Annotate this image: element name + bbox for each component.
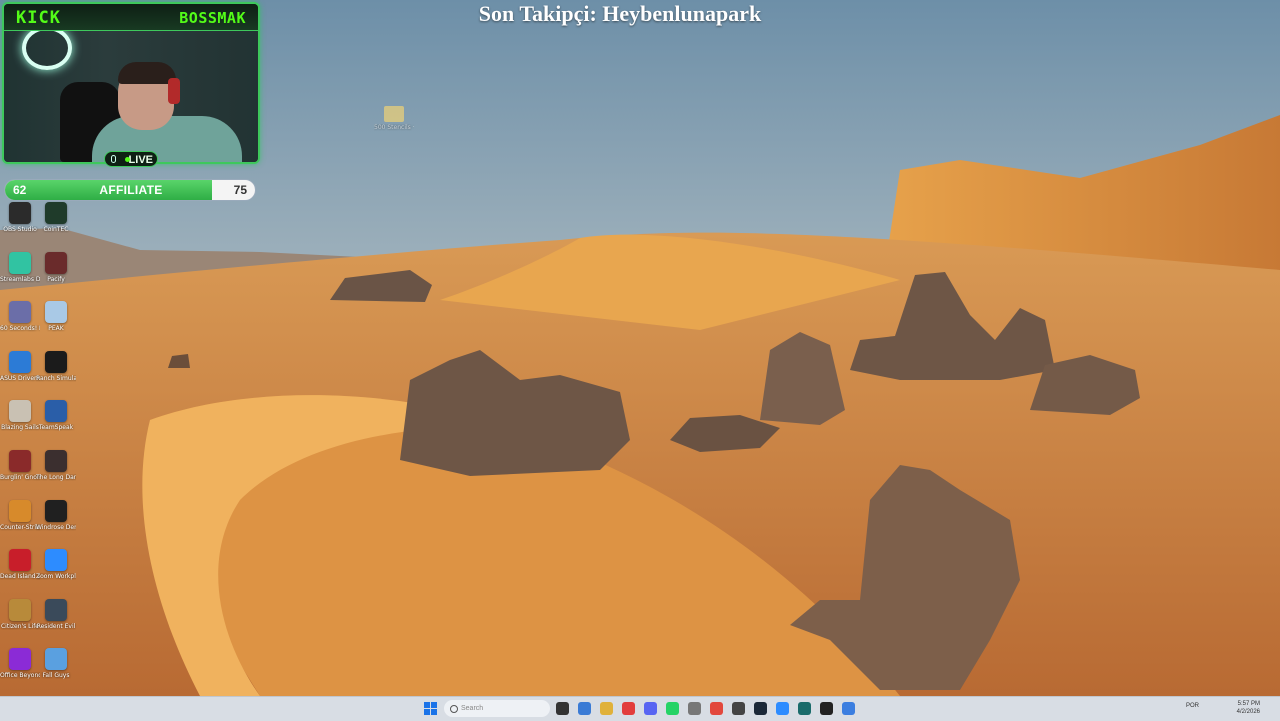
browser-icon[interactable] bbox=[842, 702, 855, 715]
desktop-shortcut[interactable]: Ranch Simulator bbox=[36, 350, 76, 382]
desktop-shortcut[interactable]: ASUS DriverHub bbox=[0, 350, 40, 382]
terminal-icon[interactable] bbox=[798, 702, 811, 715]
zoom-icon[interactable] bbox=[776, 702, 789, 715]
desktop-shortcut-label: Burglin' Gnomes bbox=[0, 474, 40, 481]
search-icon bbox=[450, 705, 458, 713]
teamspeak-icon bbox=[45, 400, 67, 423]
streamlabs-icon bbox=[9, 251, 31, 274]
opera-icon[interactable] bbox=[622, 702, 635, 715]
desktop-shortcut-label: Zoom Workplace bbox=[36, 573, 76, 581]
desktop-shortcut[interactable]: 60 Seconds! Reatomized bbox=[0, 301, 40, 332]
desktop-shortcut-label: Streamlabs Desktop bbox=[0, 275, 40, 283]
desktop-shortcut-label: The Long Dark bbox=[36, 474, 76, 481]
kick-logo: KICK bbox=[16, 8, 61, 28]
affiliate-target: 75 bbox=[233, 183, 247, 197]
webcam-overlay: KICK BOSSMAK bbox=[2, 2, 260, 164]
start-button[interactable] bbox=[424, 702, 437, 715]
ring-light bbox=[22, 26, 72, 70]
ranch-icon bbox=[45, 350, 67, 373]
office-icon bbox=[9, 648, 31, 671]
system-clock[interactable]: 5:57 PM 4/2/2026 bbox=[1237, 700, 1260, 716]
desktop-shortcut-label: Citizen's Life bbox=[0, 622, 39, 630]
app-icon bbox=[45, 202, 67, 224]
pacify-icon bbox=[45, 251, 67, 274]
desktop-shortcut-label: 60 Seconds! Reatomized bbox=[0, 325, 40, 333]
desktop-shortcut[interactable]: Office Beyond Horizon bbox=[0, 648, 40, 679]
desktop-shortcut[interactable]: Citizen's Life bbox=[0, 598, 40, 630]
desktop-shortcut-label: ASUS DriverHub bbox=[0, 374, 40, 382]
microphone-icon bbox=[111, 155, 116, 163]
desktop-shortcut[interactable]: The Long Dark bbox=[36, 450, 76, 481]
skull-icon bbox=[9, 400, 31, 423]
live-label: LIVE bbox=[128, 154, 153, 166]
desktop-shortcut-label: OBS Studio bbox=[3, 226, 37, 233]
folder-label: 500 Stencils · Vector Pa... bbox=[374, 124, 414, 131]
fallguys-icon bbox=[45, 648, 67, 671]
desktop-shortcut-label: CoinTEC bbox=[43, 226, 69, 233]
notes-icon[interactable] bbox=[578, 702, 591, 715]
desktop-shortcut-label: Windrose Demo bbox=[36, 523, 76, 531]
desktop-shortcut-label: TeamSpeak bbox=[38, 424, 74, 432]
desktop-shortcut[interactable]: PEAK bbox=[36, 301, 76, 332]
desktop-shortcut[interactable]: Zoom Workplace bbox=[36, 549, 76, 580]
steam-icon[interactable] bbox=[754, 702, 767, 715]
language-indicator[interactable]: POR bbox=[1186, 703, 1199, 709]
desktop-shortcut[interactable]: TeamSpeak bbox=[36, 400, 76, 431]
deadisland-icon bbox=[9, 549, 31, 572]
desktop-folder[interactable]: 500 Stencils · Vector Pa... bbox=[374, 106, 414, 131]
desktop-shortcut-label: Resident Evil bbox=[36, 622, 76, 630]
desktop-shortcut[interactable]: Fall Guys bbox=[36, 648, 76, 679]
desktop-shortcut[interactable]: Pacify bbox=[36, 251, 76, 283]
whatsapp-icon[interactable] bbox=[666, 702, 679, 715]
channel-name: BOSSMAK bbox=[179, 9, 246, 27]
clock-date: 4/2/2026 bbox=[1236, 709, 1260, 715]
clock-time: 5:57 PM bbox=[1237, 701, 1260, 707]
re-icon bbox=[45, 598, 67, 621]
desktop-shortcut-label: Dead Island 2 bbox=[0, 573, 40, 581]
obs-icon[interactable] bbox=[820, 702, 833, 715]
desktop-shortcut-label: Counter-Strike 2 bbox=[0, 523, 40, 531]
folder-icon[interactable] bbox=[600, 702, 613, 715]
search-placeholder: Search bbox=[461, 705, 484, 712]
desktop-shortcut-label: PEAK bbox=[48, 325, 64, 333]
gnome-icon bbox=[9, 450, 31, 472]
taskbar-search[interactable]: Search bbox=[444, 700, 550, 717]
desktop-shortcut-label: Ranch Simulator bbox=[36, 374, 76, 382]
headset-icon bbox=[168, 78, 180, 104]
desktop-shortcut[interactable]: Dead Island 2 bbox=[0, 549, 40, 580]
overlay-header: KICK BOSSMAK bbox=[4, 4, 258, 31]
desktop-shortcut-label: Pacify bbox=[47, 275, 65, 283]
peak-icon bbox=[45, 301, 67, 324]
desktop-shortcut[interactable]: Blazing Sails bbox=[0, 400, 40, 431]
obs-icon bbox=[9, 202, 31, 224]
calculator-icon[interactable] bbox=[732, 702, 745, 715]
zoom-icon bbox=[45, 549, 67, 572]
settings-icon[interactable] bbox=[688, 702, 701, 715]
desktop-shortcut[interactable]: Streamlabs Desktop bbox=[0, 251, 40, 283]
cs-icon bbox=[9, 499, 31, 522]
desktop-shortcut-label: Blazing Sails bbox=[1, 424, 39, 432]
desktop-shortcut[interactable]: Counter-Strike 2 bbox=[0, 499, 40, 531]
affiliate-label: AFFILIATE bbox=[99, 183, 163, 197]
desktop-shortcut[interactable]: OBS Studio bbox=[0, 202, 40, 233]
taskbar: Search POR 5:57 PM 4/2/2026 bbox=[0, 696, 1280, 721]
windrose-icon bbox=[45, 499, 67, 522]
desktop-shortcut[interactable]: Resident Evil bbox=[36, 598, 76, 630]
desktop-shortcut-label: Fall Guys bbox=[42, 672, 70, 680]
affiliate-progress-bar: 62 AFFILIATE 75 bbox=[4, 179, 256, 201]
desktop-shortcut-label: Office Beyond Horizon bbox=[0, 672, 40, 680]
game-icon bbox=[9, 301, 31, 324]
folder-icon bbox=[384, 106, 404, 122]
desktop-shortcut[interactable]: CoinTEC bbox=[36, 202, 76, 233]
desktop-shortcut[interactable]: Windrose Demo bbox=[36, 499, 76, 531]
file-icon[interactable] bbox=[556, 702, 569, 715]
live-dot-icon bbox=[125, 157, 130, 162]
asus-icon bbox=[9, 350, 31, 373]
live-badge: LIVE bbox=[104, 151, 158, 167]
chrome-icon[interactable] bbox=[710, 702, 723, 715]
discord-icon[interactable] bbox=[644, 702, 657, 715]
axe-icon bbox=[45, 450, 67, 472]
game-icon bbox=[9, 598, 31, 621]
desktop-shortcut[interactable]: Burglin' Gnomes bbox=[0, 450, 40, 481]
